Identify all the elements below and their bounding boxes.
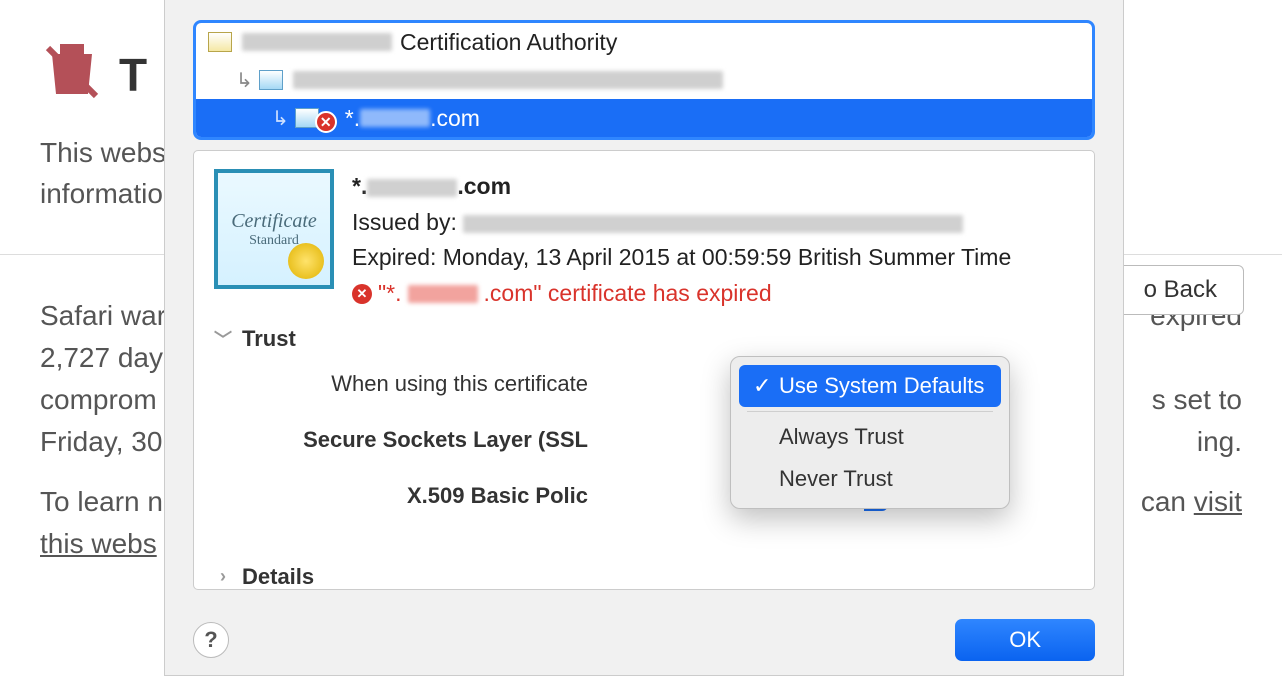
dropdown-option-never-trust[interactable]: Never Trust xyxy=(739,458,1001,500)
go-back-button[interactable]: o Back xyxy=(1117,265,1244,315)
tree-arrow-icon: ↳ xyxy=(272,106,289,131)
dropdown-separator xyxy=(747,411,993,412)
visit-link[interactable]: visit xyxy=(1194,486,1242,517)
seal-icon xyxy=(288,243,324,279)
error-icon: ✕ xyxy=(352,284,372,304)
warning-icon xyxy=(40,40,104,109)
certificate-icon xyxy=(208,32,232,52)
certificate-dialog: Certification Authority ↳ ↳ ✕ *. .com Ce… xyxy=(164,0,1124,676)
dropdown-option-always-trust[interactable]: Always Trust xyxy=(739,416,1001,458)
trust-section-toggle[interactable]: ﹀ Trust xyxy=(214,326,1074,352)
page-title: T xyxy=(119,48,147,102)
this-website-link[interactable]: this webs xyxy=(40,528,157,559)
expired-date: Expired: Monday, 13 April 2015 at 00:59:… xyxy=(352,240,1011,276)
error-badge-icon: ✕ xyxy=(315,111,337,133)
certificate-icon xyxy=(259,70,283,90)
details-section-toggle[interactable]: › Details xyxy=(214,564,1074,590)
certificate-name: *..com xyxy=(352,169,1011,205)
chain-row-leaf[interactable]: ↳ ✕ *. .com xyxy=(196,99,1092,137)
trust-dropdown[interactable]: ✓ Use System Defaults Always Trust Never… xyxy=(730,356,1010,509)
certificate-chain[interactable]: Certification Authority ↳ ↳ ✕ *. .com xyxy=(193,20,1095,140)
chain-row-intermediate[interactable]: ↳ xyxy=(196,61,1092,99)
chain-row-root[interactable]: Certification Authority xyxy=(196,23,1092,61)
chevron-down-icon: ﹀ xyxy=(214,326,232,352)
check-icon: ✓ xyxy=(753,373,771,399)
issued-by: Issued by: xyxy=(352,205,1011,241)
expired-error: ✕ "*..com" certificate has expired xyxy=(352,276,1011,312)
chevron-right-icon: › xyxy=(214,566,232,587)
dropdown-option-system-defaults[interactable]: ✓ Use System Defaults xyxy=(739,365,1001,407)
dialog-help-button[interactable]: ? xyxy=(193,622,229,658)
certificate-large-icon: Certificate Standard xyxy=(214,169,334,289)
ok-button[interactable]: OK xyxy=(955,619,1095,661)
tree-arrow-icon: ↳ xyxy=(236,68,253,93)
